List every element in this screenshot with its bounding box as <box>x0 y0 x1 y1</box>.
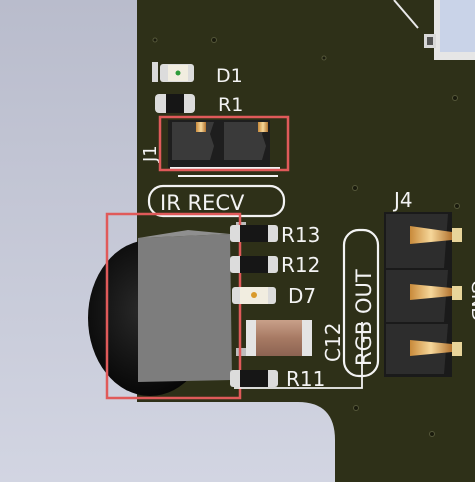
resistor-r13 <box>230 225 278 242</box>
led-d7 <box>232 287 276 304</box>
designator-j4: J4 <box>392 188 413 212</box>
resistor-r1 <box>155 94 195 113</box>
resistor-r11 <box>230 370 278 387</box>
header-j4 <box>384 212 462 377</box>
header-side-label: GND <box>467 280 475 321</box>
rgb-out-label: RGB OUT <box>352 269 376 366</box>
designator-d1: D1 <box>216 65 243 87</box>
designator-r13: R13 <box>281 223 320 247</box>
designator-r12: R12 <box>281 253 320 277</box>
resistor-r12 <box>230 256 278 273</box>
header-j1 <box>168 120 280 177</box>
designator-r1: R1 <box>218 94 243 116</box>
pcb-3d-viewer: D1 R1 J1 IR RECV R13 R12 D7 C12 R11 RGB … <box>0 0 475 482</box>
ir-recv-label: IR RECV <box>160 191 245 215</box>
capacitor-c12 <box>246 320 312 356</box>
designator-c12: C12 <box>321 323 345 362</box>
pcb-viewport[interactable]: D1 R1 J1 IR RECV R13 R12 D7 C12 R11 RGB … <box>0 0 475 482</box>
designator-d7: D7 <box>288 284 316 308</box>
designator-j1: J1 <box>140 145 161 163</box>
